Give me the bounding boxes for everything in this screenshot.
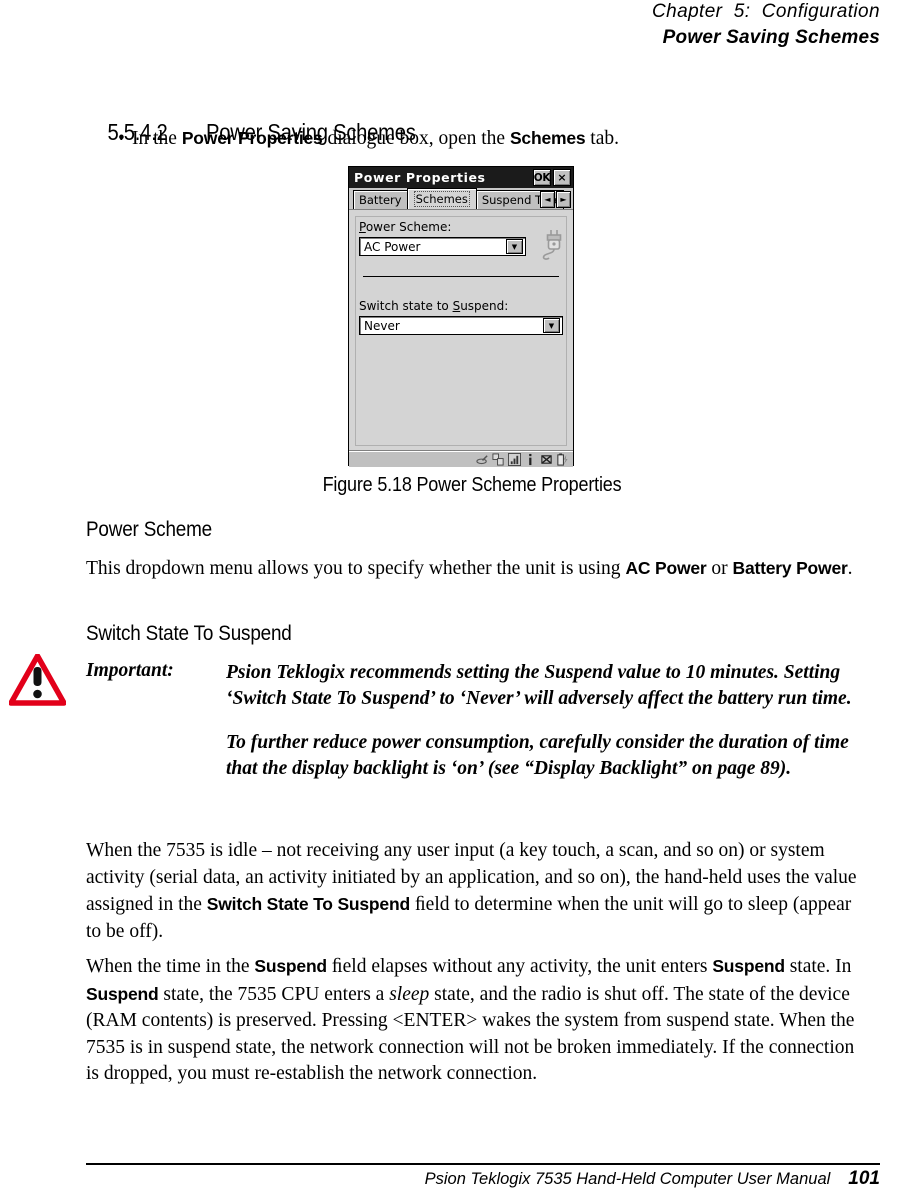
device-screenshot-power-properties: Power Properties OK × Battery Schemes Su… — [348, 166, 574, 467]
switch-state-dropdown[interactable]: Never ▼ — [359, 316, 563, 335]
network-connection-icon[interactable] — [492, 452, 505, 466]
ps-text-mid: or — [706, 558, 733, 579]
power-scheme-value: AC Power — [364, 239, 421, 254]
page-number: 101 — [848, 1168, 880, 1189]
battery-charging-icon[interactable] — [556, 452, 569, 466]
header-chapter: Chapter 5: Configuration — [652, 1, 880, 22]
info-icon[interactable] — [524, 453, 537, 466]
ps-ui-ac-power: AC Power — [625, 558, 707, 578]
page-footer: Psion Teklogix 7535 Hand-Held Computer U… — [425, 1168, 880, 1190]
switch-state-label: Switch state to Suspend: — [359, 299, 563, 313]
important-label-spacer — [86, 712, 226, 782]
tab-battery-label: Battery — [359, 192, 402, 207]
footer-divider — [86, 1163, 880, 1165]
paragraph-suspend: When the time in the Suspend ﬁeld elapse… — [86, 953, 858, 1088]
power-scheme-dropdown[interactable]: AC Power ▼ — [359, 237, 526, 256]
p2-emphasis-sleep: sleep — [389, 983, 430, 1005]
bullet-text-pre: In the — [132, 128, 182, 149]
stylus-icon[interactable] — [476, 453, 489, 466]
no-radio-icon[interactable] — [540, 453, 553, 466]
footer-manual-title: Psion Teklogix 7535 Hand-Held Computer U… — [424, 1170, 831, 1188]
paragraph-power-scheme: This dropdown menu allows you to specify… — [86, 555, 858, 583]
running-header: Chapter 5: Configuration Power Saving Sc… — [652, 0, 880, 51]
subheading-switch-state-to-suspend: Switch State To Suspend — [86, 622, 292, 645]
chevron-left-icon[interactable]: ◄ — [540, 191, 555, 208]
p2-b: ﬁeld elapses without any activity, the u… — [326, 956, 713, 977]
tab-schemes[interactable]: Schemes — [406, 188, 477, 209]
power-scheme-label-rest: ower Scheme: — [365, 220, 452, 234]
power-scheme-label-mnemonic: P — [359, 220, 366, 234]
important-note-row: Important: Psion Teklogix recommends set… — [86, 660, 858, 712]
important-paragraph-2: To further reduce power consumption, car… — [226, 732, 849, 779]
important-note-row-2: To further reduce power consumption, car… — [86, 712, 858, 782]
subheading-power-scheme: Power Scheme — [86, 518, 212, 541]
device-taskbar — [349, 450, 573, 467]
signal-strength-icon[interactable] — [508, 452, 521, 466]
important-label: Important: — [86, 660, 174, 681]
chevron-right-icon[interactable]: ► — [556, 191, 571, 208]
switch-state-label-pre: Switch state to — [359, 299, 453, 313]
switch-state-label-rest: uspend: — [460, 299, 509, 313]
bullet-item: • In the Power Properties dialogue box, o… — [86, 126, 619, 151]
dialog-titlebar: Power Properties OK × — [349, 167, 573, 188]
important-note-block: Important: Psion Teklogix recommends set… — [86, 660, 858, 782]
ok-button[interactable]: OK — [533, 169, 551, 186]
tab-schemes-label: Schemes — [413, 190, 470, 207]
chevron-down-icon[interactable]: ▼ — [506, 239, 523, 254]
power-scheme-label: Power Scheme: — [359, 220, 563, 234]
warning-triangle-icon — [9, 654, 66, 706]
ps-text-post: . — [847, 558, 853, 579]
p2-ui-suspend-1: Suspend — [254, 956, 327, 976]
header-section-title: Power Saving Schemes — [662, 27, 880, 49]
bullet-marker: • — [118, 128, 125, 149]
tab-strip: Battery Schemes Suspend Thres ◄ ► — [349, 188, 573, 210]
p2-ui-suspend-3: Suspend — [86, 983, 159, 1004]
chevron-down-icon-2[interactable]: ▼ — [543, 318, 560, 333]
dialog-body: Power Scheme: AC Power ▼ Switch state to… — [349, 210, 573, 450]
paragraph-idle: When the 7535 is idle – not receiving an… — [86, 838, 858, 945]
power-plug-icon — [542, 230, 562, 260]
p2-d: state, the 7535 CPU enters a — [158, 983, 390, 1005]
switch-state-value: Never — [364, 318, 400, 333]
p2-ui-suspend-2: Suspend — [712, 956, 785, 976]
bullet-text-mid: dialogue box, open the — [322, 128, 510, 149]
section-divider — [363, 276, 559, 277]
p2-c: state. In — [784, 956, 852, 977]
bullet-ui-power-properties: Power Properties — [181, 128, 323, 148]
ps-ui-battery-power: Battery Power — [732, 558, 848, 578]
bullet-ui-schemes: Schemes — [509, 128, 586, 148]
bullet-text-post: tab. — [585, 128, 619, 149]
important-paragraph-1: Psion Teklogix recommends setting the Su… — [226, 662, 852, 709]
tab-battery[interactable]: Battery — [353, 190, 408, 209]
figure-caption: Figure 5.18 Power Scheme Properties — [322, 474, 622, 496]
p2-a: When the time in the — [86, 956, 255, 977]
dialog-title: Power Properties — [354, 170, 486, 185]
p1-ui-switch-state: Switch State To Suspend — [206, 894, 410, 914]
close-icon[interactable]: × — [553, 169, 571, 186]
ps-text-pre: This dropdown menu allows you to specify… — [86, 558, 626, 579]
tab-scroll-arrows: ◄ ► — [539, 191, 571, 208]
